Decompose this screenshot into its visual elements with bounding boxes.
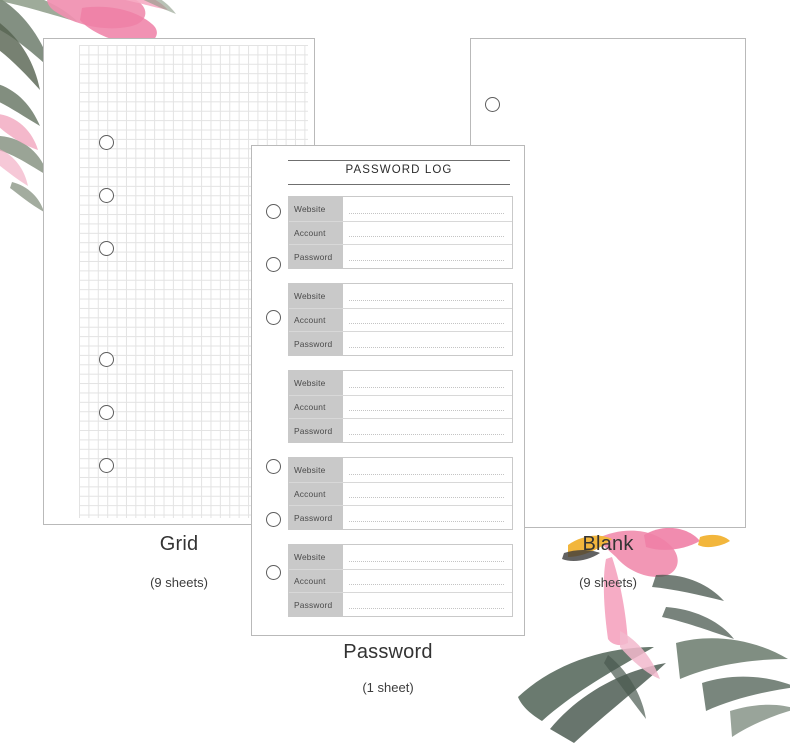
field-input-website[interactable] [343,197,512,221]
entry-row-account[interactable]: Account [289,568,512,593]
field-label-website: Website [289,371,343,395]
entry-row-website[interactable]: Website [289,197,512,221]
binder-hole [485,97,500,112]
field-label-account: Account [289,482,343,506]
binder-hole [99,188,114,203]
title-rule-top [288,160,510,161]
product-image-canvas: Grid (9 sheets) Blank (9 sheets) PASSWOR… [0,0,790,743]
password-entry-block[interactable]: Website Account Password [288,544,513,617]
field-input-account[interactable] [343,483,512,506]
password-sheet[interactable]: PASSWORD LOG Website Account Password We… [251,145,525,636]
field-label-password: Password [289,419,343,442]
password-log-title: PASSWORD LOG [345,164,453,176]
field-label-password: Password [289,593,343,616]
binder-hole [99,458,114,473]
field-input-website[interactable] [343,371,512,395]
entry-row-account[interactable]: Account [289,220,512,245]
binder-hole [99,352,114,367]
field-input-website[interactable] [343,458,512,482]
field-label-website: Website [289,458,343,482]
password-caption: Password (1 sheet) [251,641,525,695]
entry-row-password[interactable]: Password [289,331,512,355]
binder-hole [266,459,281,474]
password-caption-sheets: (1 sheet) [362,680,414,695]
entry-row-website[interactable]: Website [289,371,512,395]
field-input-password[interactable] [343,593,512,616]
entry-row-password[interactable]: Password [289,505,512,529]
entry-row-website[interactable]: Website [289,458,512,482]
binder-hole [99,135,114,150]
password-entry-block[interactable]: Website Account Password [288,457,513,530]
title-rule-bottom [288,184,510,185]
field-label-account: Account [289,569,343,593]
entry-row-website[interactable]: Website [289,545,512,569]
binder-hole [266,204,281,219]
field-label-website: Website [289,284,343,308]
entry-row-password[interactable]: Password [289,244,512,268]
binder-hole [266,257,281,272]
field-label-account: Account [289,221,343,245]
password-entry-block[interactable]: Website Account Password [288,370,513,443]
binder-hole [99,405,114,420]
binder-hole [266,512,281,527]
entry-row-website[interactable]: Website [289,284,512,308]
entry-row-password[interactable]: Password [289,418,512,442]
entry-row-account[interactable]: Account [289,481,512,506]
field-label-password: Password [289,506,343,529]
field-input-password[interactable] [343,332,512,355]
field-label-website: Website [289,197,343,221]
field-input-password[interactable] [343,506,512,529]
field-label-password: Password [289,332,343,355]
field-label-website: Website [289,545,343,569]
entry-row-account[interactable]: Account [289,307,512,332]
password-entry-block[interactable]: Website Account Password [288,196,513,269]
password-entry-block[interactable]: Website Account Password [288,283,513,356]
field-input-password[interactable] [343,245,512,268]
binder-hole [266,565,281,580]
password-caption-title: Password [343,641,433,663]
entry-row-account[interactable]: Account [289,394,512,419]
field-input-password[interactable] [343,419,512,442]
field-input-account[interactable] [343,396,512,419]
entry-row-password[interactable]: Password [289,592,512,616]
field-input-account[interactable] [343,309,512,332]
field-label-password: Password [289,245,343,268]
field-input-website[interactable] [343,545,512,569]
binder-hole [99,241,114,256]
field-input-account[interactable] [343,222,512,245]
field-input-account[interactable] [343,570,512,593]
field-input-website[interactable] [343,284,512,308]
field-label-account: Account [289,308,343,332]
binder-hole [266,310,281,325]
field-label-account: Account [289,395,343,419]
